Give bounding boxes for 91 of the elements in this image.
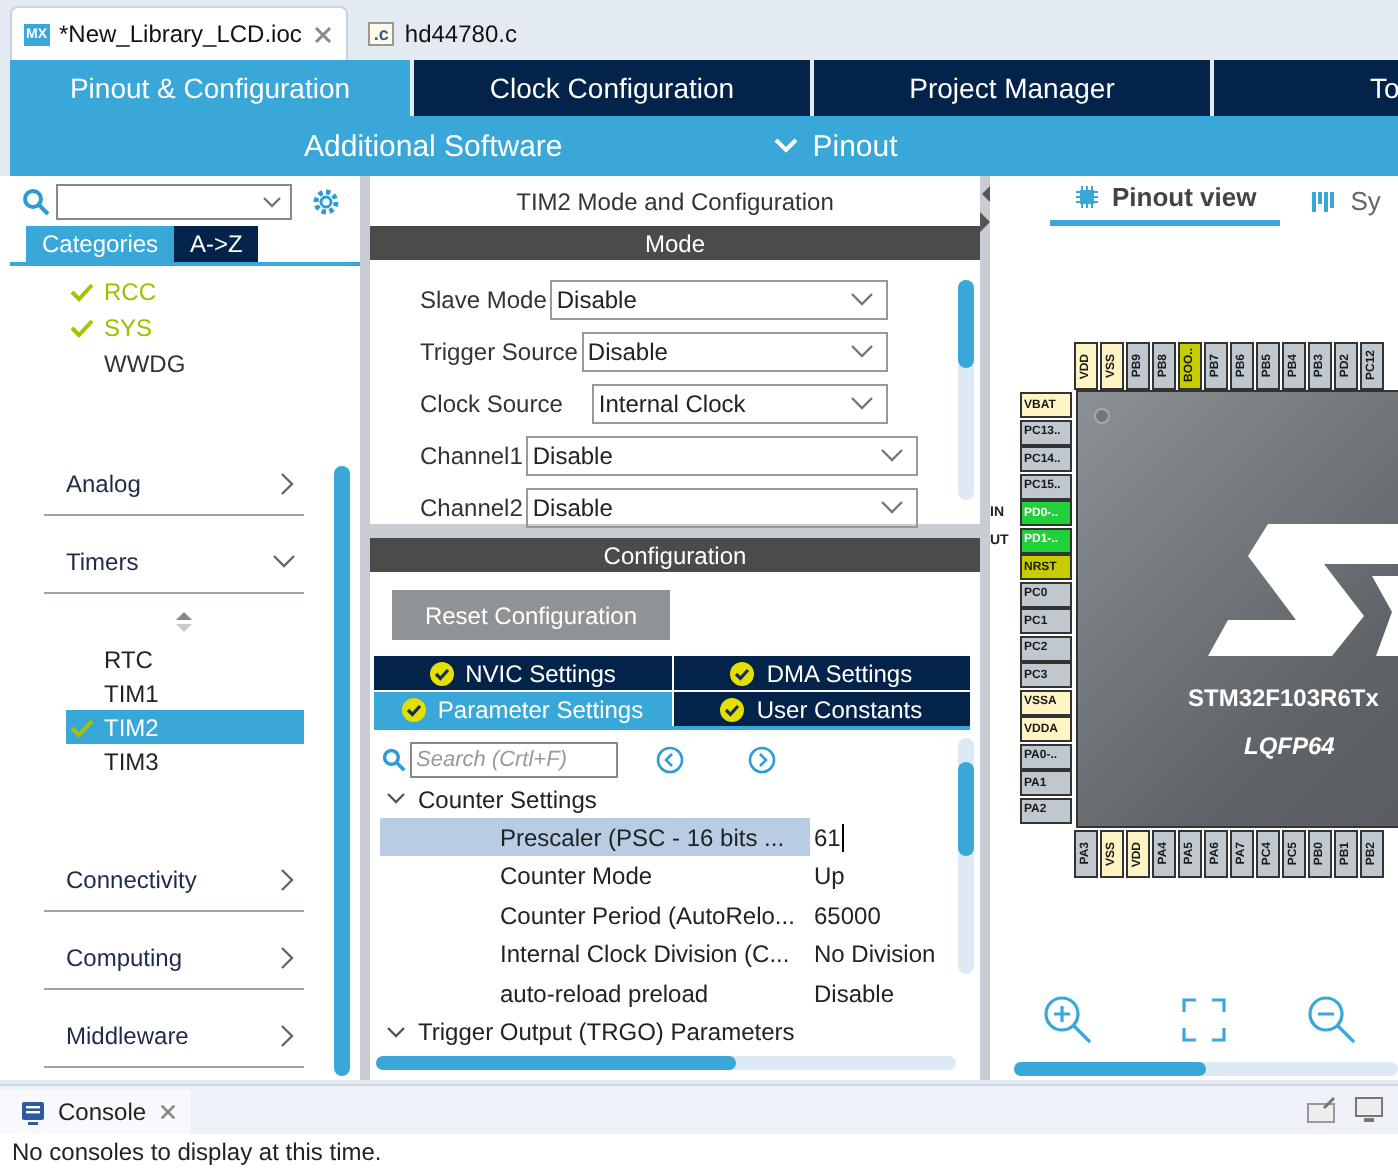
previous-icon[interactable] bbox=[656, 746, 684, 774]
parameter-value[interactable]: 65000 bbox=[810, 901, 881, 930]
console-message: No consoles to display at this time. bbox=[0, 1134, 1398, 1174]
parameter-value[interactable]: Up bbox=[810, 862, 845, 891]
close-icon[interactable] bbox=[158, 1102, 179, 1122]
parameter-value[interactable]: Disable bbox=[810, 979, 895, 1008]
field-label: Slave Mode bbox=[420, 286, 547, 314]
main-tab[interactable]: Project Manager bbox=[810, 60, 1210, 116]
console-tab[interactable]: Console bbox=[0, 1090, 191, 1134]
scrollbar[interactable] bbox=[958, 280, 974, 500]
check-circle-icon bbox=[720, 697, 745, 721]
scrollbar[interactable] bbox=[376, 1056, 956, 1070]
pin-console-icon[interactable] bbox=[1306, 1096, 1338, 1124]
settings-tab[interactable]: User Constants bbox=[673, 692, 970, 726]
category-header[interactable]: Middleware bbox=[44, 1006, 304, 1068]
monitor-icon bbox=[20, 1099, 46, 1125]
parameter-value[interactable]: No Division bbox=[810, 940, 936, 969]
section-header: Configuration bbox=[370, 538, 980, 572]
chevron-down-icon bbox=[850, 396, 874, 412]
settings-tab[interactable]: NVIC Settings bbox=[374, 656, 671, 690]
chevron-right-icon bbox=[280, 1024, 296, 1048]
monitor-icon[interactable] bbox=[1354, 1096, 1386, 1124]
check-circle-icon bbox=[429, 661, 454, 685]
parameter-name[interactable]: Counter Period (AutoRelo... bbox=[380, 896, 810, 935]
panel-title: TIM2 Mode and Configuration bbox=[514, 185, 836, 219]
settings-icon[interactable] bbox=[310, 186, 342, 218]
sort-icon[interactable] bbox=[174, 610, 194, 634]
check-circle-icon bbox=[730, 661, 755, 685]
chevron-down-icon bbox=[880, 500, 904, 516]
field-label: Channel2 bbox=[420, 494, 523, 522]
parameter-name[interactable]: Counter Mode bbox=[380, 857, 810, 896]
zoom-out-icon[interactable] bbox=[1306, 994, 1358, 1046]
search-icon bbox=[22, 188, 50, 216]
peripheral-item[interactable]: RTC bbox=[66, 642, 304, 676]
dropdown[interactable]: Disable bbox=[581, 332, 888, 372]
category-header[interactable]: Analog bbox=[44, 454, 304, 516]
chevron-down-icon bbox=[386, 1025, 406, 1039]
parameter-name[interactable]: Internal Clock Division (C... bbox=[380, 935, 810, 974]
field-label: Channel1 bbox=[420, 442, 523, 470]
category-header[interactable]: Connectivity bbox=[44, 850, 304, 912]
chevron-down-icon bbox=[880, 448, 904, 464]
category-header[interactable]: Timers bbox=[44, 532, 304, 594]
parameter-value[interactable]: 61 bbox=[810, 823, 845, 852]
chevron-right-icon bbox=[280, 946, 296, 970]
view-tab[interactable]: Sy bbox=[1312, 178, 1381, 222]
bars-icon bbox=[1312, 187, 1339, 213]
next-icon[interactable] bbox=[748, 746, 776, 774]
scrollbar[interactable] bbox=[334, 466, 350, 1076]
chevron-down-icon bbox=[386, 792, 406, 806]
peripheral-item[interactable]: TIM3 bbox=[66, 744, 304, 778]
search-combo[interactable] bbox=[56, 184, 292, 220]
chevron-right-icon bbox=[280, 868, 296, 892]
category-tab[interactable]: A->Z bbox=[174, 226, 259, 262]
scrollbar[interactable] bbox=[958, 738, 974, 974]
field-label: Trigger Source bbox=[420, 338, 578, 366]
chevron-down-icon bbox=[262, 195, 282, 209]
zoom-in-icon[interactable] bbox=[1042, 994, 1094, 1046]
chip-icon bbox=[1074, 184, 1100, 210]
dropdown[interactable]: Internal Clock bbox=[592, 384, 888, 424]
settings-tab[interactable]: DMA Settings bbox=[673, 656, 970, 690]
scrollbar[interactable] bbox=[1014, 1062, 1398, 1076]
field-label: Clock Source bbox=[420, 390, 563, 418]
search-icon bbox=[382, 748, 406, 772]
chevron-right-icon bbox=[280, 472, 296, 496]
chevron-down-icon bbox=[850, 344, 874, 360]
chevron-down-icon bbox=[850, 292, 874, 308]
parameter-name[interactable]: Prescaler (PSC - 16 bits ... bbox=[380, 818, 810, 857]
chip-name: STM32F103R6Tx bbox=[1188, 684, 1379, 712]
peripheral-item[interactable]: TIM1 bbox=[66, 676, 304, 710]
main-tab[interactable]: To bbox=[1210, 60, 1398, 116]
chip-package: LQFP64 bbox=[1244, 732, 1335, 760]
view-tab[interactable]: Pinout view bbox=[1050, 176, 1281, 225]
check-circle-icon bbox=[401, 697, 426, 721]
dropdown[interactable]: Disable bbox=[550, 280, 888, 320]
editor-tab[interactable]: .c hd44780.c bbox=[355, 8, 529, 60]
tree-group[interactable]: Counter Settings bbox=[370, 780, 958, 818]
tree-group[interactable]: Trigger Output (TRGO) Parameters bbox=[370, 1013, 958, 1051]
fit-screen-icon[interactable] bbox=[1182, 998, 1226, 1042]
main-tab[interactable]: Clock Configuration bbox=[410, 60, 810, 116]
pin1-marker bbox=[1094, 408, 1110, 424]
parameter-name[interactable]: auto-reload preload bbox=[380, 974, 810, 1013]
chevron-down-icon bbox=[272, 554, 296, 570]
peripheral-item[interactable]: WWDG bbox=[104, 350, 186, 378]
section-header: Mode bbox=[370, 226, 980, 260]
dropdown[interactable]: Disable bbox=[526, 436, 918, 476]
close-icon[interactable] bbox=[311, 23, 334, 45]
chevron-down-icon bbox=[774, 136, 799, 156]
file-icon: .c bbox=[367, 22, 395, 46]
dropdown[interactable]: Disable bbox=[526, 488, 918, 528]
category-header[interactable]: Computing bbox=[44, 928, 304, 990]
search-field[interactable]: Search (Crtl+F) bbox=[410, 742, 618, 778]
